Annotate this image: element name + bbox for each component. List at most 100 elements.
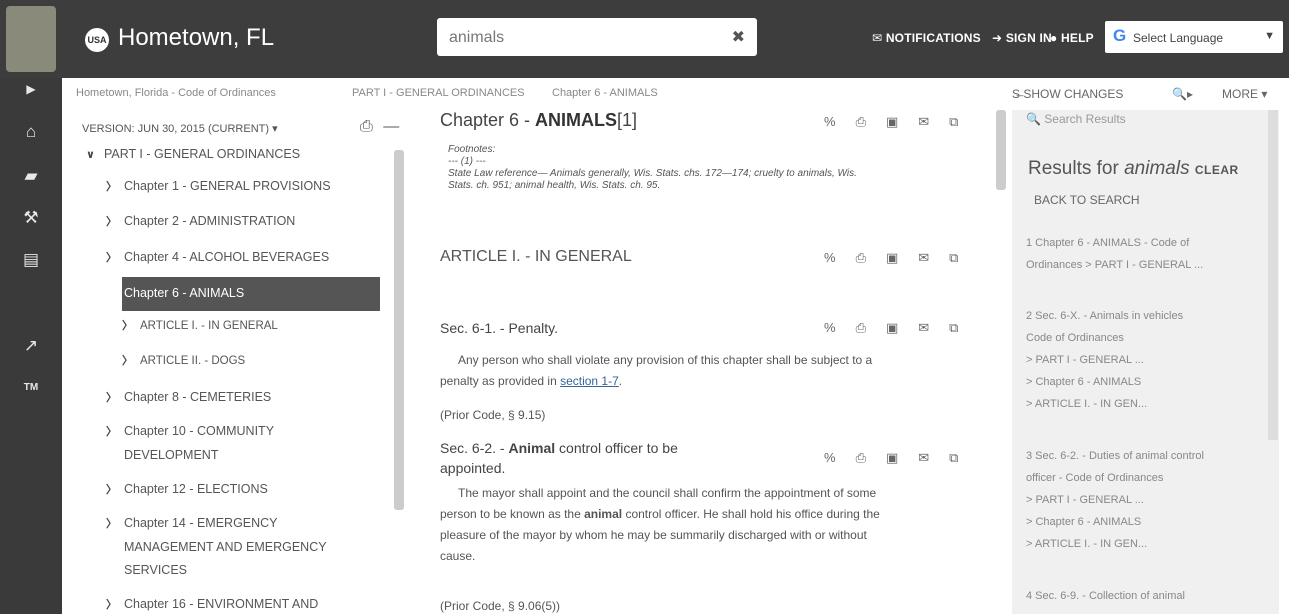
result-line: Code of Ordinances — [1026, 332, 1124, 344]
city-seal-logo[interactable] — [6, 6, 56, 72]
language-select[interactable]: G Select Language ▼ — [1105, 21, 1283, 53]
toc-item[interactable]: 〉 ARTICLE I. - IN GENERAL — [122, 315, 278, 338]
footnote-link[interactable]: [1] — [617, 110, 637, 130]
email-icon[interactable]: ✉ — [918, 450, 949, 465]
print-icon[interactable]: ⎙ — [856, 114, 886, 129]
collapse-icon[interactable]: — — [383, 118, 399, 135]
toc-item[interactable]: 〉 Chapter 1 - GENERAL PROVISIONS — [106, 175, 331, 199]
search-input[interactable]: animals ✖ — [437, 18, 757, 56]
chevron-down-icon: ∨ — [86, 149, 95, 161]
help-link[interactable]: ● HELP — [1050, 31, 1094, 45]
expand-arrow-icon[interactable]: ▶ — [0, 82, 62, 96]
compare-icon[interactable]: ⧉ — [949, 250, 978, 265]
prior-code: (Prior Code, § 9.15) — [440, 408, 546, 422]
result-item[interactable]: 3 Sec. 6-2. - Duties of animal control o… — [1026, 445, 1266, 555]
toc-tools: ⎙ — — [360, 118, 399, 136]
compare-icon[interactable]: ⧉ — [949, 114, 978, 129]
chevron-right-icon: 〉 — [106, 484, 117, 496]
app-title[interactable]: Hometown, FL — [118, 24, 274, 52]
result-line: > PART I - GENERAL ... — [1026, 494, 1144, 506]
back-to-search-button[interactable]: BACK TO SEARCH — [1034, 193, 1140, 207]
result-line: 1 Chapter 6 - ANIMALS - Code of — [1026, 237, 1190, 249]
compare-icon[interactable]: ⧉ — [949, 450, 978, 465]
version-label: VERSION: JUN 30, 2015 (CURRENT) — [82, 123, 270, 135]
link-icon[interactable]: % — [824, 320, 856, 335]
book-icon[interactable]: ▰ — [0, 166, 62, 186]
download-icon[interactable]: ▣ — [886, 250, 918, 265]
email-icon[interactable]: ✉ — [918, 250, 949, 265]
section-text-line: person to be known as the animal control… — [440, 504, 970, 525]
top-bar: USA Hometown, FL animals ✖ ✉ NOTIFICATIO… — [0, 0, 1289, 78]
toc-item-label: Chapter 2 - ADMINISTRATION — [124, 214, 296, 228]
download-icon[interactable]: ▣ — [886, 114, 918, 129]
section-link[interactable]: section 1-7 — [560, 374, 619, 388]
article-tools: %⎙▣✉⧉ — [824, 250, 978, 266]
toc-item-label: Chapter 10 - COMMUNITY — [124, 424, 275, 438]
external-link-icon[interactable]: ↗ — [0, 336, 62, 356]
more-menu[interactable]: MORE ▾ — [1222, 87, 1267, 101]
toc-item-selected[interactable]: ∨ Chapter 6 - ANIMALS — [106, 282, 244, 306]
link-icon[interactable]: % — [824, 450, 856, 465]
clear-search-icon[interactable]: ✖ — [732, 27, 745, 47]
results-scrollbar[interactable] — [1268, 110, 1278, 440]
show-changes-button[interactable]: S̶ SHOW CHANGES — [1012, 87, 1123, 101]
section-text-span: control officer. He shall hold his offic… — [622, 507, 880, 521]
section-title-suffix: control officer to be — [555, 440, 678, 456]
link-icon[interactable]: % — [824, 250, 856, 265]
compare-icon[interactable]: ⧉ — [949, 320, 978, 335]
footnote-marker: --- (1) --- — [448, 156, 486, 167]
document-icon[interactable]: ▤ — [0, 250, 62, 270]
search-results-placeholder: Search Results — [1044, 112, 1126, 126]
search-query[interactable]: animals — [449, 29, 504, 47]
download-icon[interactable]: ▣ — [886, 450, 918, 465]
clear-results-button[interactable]: CLEAR — [1195, 163, 1239, 177]
language-label: Select Language — [1133, 31, 1224, 45]
result-item[interactable]: 1 Chapter 6 - ANIMALS - Code of Ordinanc… — [1026, 232, 1266, 276]
toc-item[interactable]: ∨ PART I - GENERAL ORDINANCES — [86, 143, 300, 167]
print-icon[interactable]: ⎙ — [360, 118, 373, 135]
breadcrumb-item[interactable]: PART I - GENERAL ORDINANCES — [352, 87, 525, 99]
email-icon[interactable]: ✉ — [918, 114, 949, 129]
section-text-line: cause. — [440, 549, 476, 563]
prior-code: (Prior Code, § 9.06(5)) — [440, 599, 561, 613]
tm-icon[interactable]: TM — [0, 382, 62, 393]
search-toggle-icon[interactable]: 🔍▸ — [1172, 87, 1193, 101]
table-of-contents: VERSION: JUN 30, 2015 (CURRENT) ▾ ⎙ — ∨ P… — [62, 110, 412, 614]
toc-scrollbar[interactable] — [394, 150, 404, 510]
toc-item[interactable]: 〉 Chapter 2 - ADMINISTRATION — [106, 210, 295, 234]
toc-item[interactable]: 〉 Chapter 16 - ENVIRONMENT AND — [106, 593, 318, 614]
print-icon[interactable]: ⎙ — [856, 250, 886, 265]
section-text-line: penalty as provided in section 1-7. — [440, 374, 623, 388]
gavel-icon[interactable]: ⚒ — [0, 208, 62, 228]
content-scrollbar[interactable] — [996, 110, 1006, 190]
breadcrumb-item[interactable]: Chapter 6 - ANIMALS — [552, 87, 658, 99]
toc-item[interactable]: 〉 Chapter 14 - EMERGENCY MANAGEMENT AND EM… — [106, 512, 327, 582]
breadcrumb-item[interactable]: Hometown, Florida - Code of Ordinances — [76, 87, 276, 99]
sign-in-link[interactable]: ➜ SIGN IN — [992, 31, 1052, 45]
link-icon[interactable]: % — [824, 114, 856, 129]
search-results-input[interactable]: 🔍 Search Results — [1026, 112, 1126, 126]
search-hit: animal — [584, 507, 623, 521]
version-select[interactable]: VERSION: JUN 30, 2015 (CURRENT) ▾ — [82, 122, 278, 135]
strikethrough-icon: S̶ — [1012, 87, 1021, 101]
toc-item-label: Chapter 16 - ENVIRONMENT AND — [124, 597, 319, 611]
toc-item[interactable]: 〉 Chapter 4 - ALCOHOL BEVERAGES — [106, 246, 329, 270]
print-icon[interactable]: ⎙ — [856, 320, 886, 335]
result-item[interactable]: 4 Sec. 6-9. - Collection of animal — [1026, 585, 1266, 607]
home-icon[interactable]: ⌂ — [0, 122, 62, 142]
toc-item[interactable]: 〉 Chapter 10 - COMMUNITY DEVELOPMENT — [106, 420, 274, 467]
result-item[interactable]: 2 Sec. 6-X. - Animals in vehicles Code o… — [1026, 305, 1266, 415]
section-title: Sec. 6-2. - Animal control officer to be… — [440, 438, 678, 478]
email-icon[interactable]: ✉ — [918, 320, 949, 335]
toc-item[interactable]: 〉 ARTICLE II. - DOGS — [122, 350, 245, 373]
sign-in-label: SIGN IN — [1005, 31, 1052, 45]
section-title: Sec. 6-1. - Penalty. — [440, 320, 559, 336]
search-hit: Animal — [508, 440, 556, 456]
print-icon[interactable]: ⎙ — [856, 450, 886, 465]
toc-item[interactable]: 〉 Chapter 12 - ELECTIONS — [106, 478, 268, 502]
section-text-span: penalty as provided in — [440, 374, 561, 388]
toc-item[interactable]: 〉 Chapter 8 - CEMETERIES — [106, 386, 271, 410]
notifications-link[interactable]: ✉ NOTIFICATIONS — [872, 31, 981, 45]
download-icon[interactable]: ▣ — [886, 320, 918, 335]
result-line: Ordinances > PART I - GENERAL ... — [1026, 259, 1204, 271]
